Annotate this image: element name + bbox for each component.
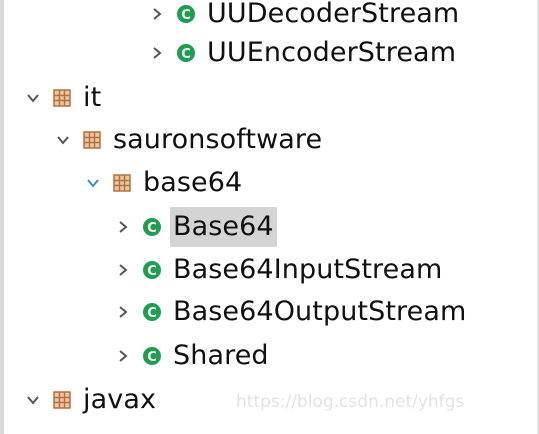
tree-node-uuencoderstream[interactable]: C UUEncoderStream (148, 33, 459, 73)
tree-node-label: Base64InputStream (173, 254, 443, 285)
tree-node-uudecoderstream[interactable]: C UUDecoderStream (148, 0, 462, 34)
tree-node-it[interactable]: it (24, 78, 104, 118)
class-icon: C (176, 4, 196, 24)
chevron-right-icon[interactable] (114, 347, 132, 365)
chevron-down-icon[interactable] (24, 391, 42, 409)
chevron-down-icon[interactable] (24, 89, 42, 107)
tree-node-base64outputstream[interactable]: C Base64OutputStream (114, 292, 469, 332)
tree-node-base64-class[interactable]: C Base64 (114, 207, 277, 247)
tree-node-sauronsoftware[interactable]: sauronsoftware (54, 120, 325, 160)
class-icon: C (142, 217, 162, 237)
package-icon (82, 130, 102, 150)
panel-left-border (0, 0, 4, 434)
tree-node-label: javax (83, 384, 157, 415)
tree-node-label: Base64 (170, 207, 277, 247)
watermark-text: https://blog.csdn.net/yhfgs (236, 392, 465, 412)
tree-node-label: base64 (143, 167, 243, 198)
tree-node-shared[interactable]: C Shared (114, 336, 272, 376)
tree-node-label: sauronsoftware (113, 124, 323, 155)
chevron-right-icon[interactable] (114, 261, 132, 279)
package-icon (52, 390, 72, 410)
tree-node-label: Shared (173, 340, 269, 371)
svg-text:C: C (181, 47, 191, 62)
chevron-right-icon[interactable] (114, 218, 132, 236)
svg-text:C: C (147, 306, 157, 321)
package-icon (112, 173, 132, 193)
tree-node-label: UUDecoderStream (207, 0, 460, 29)
chevron-down-icon[interactable] (84, 174, 102, 192)
chevron-right-icon[interactable] (148, 44, 166, 62)
package-explorer-tree: C UUDecoderStream C UUEncoderStream it s… (0, 0, 539, 434)
chevron-down-icon[interactable] (54, 131, 72, 149)
chevron-right-icon[interactable] (114, 303, 132, 321)
svg-text:C: C (147, 221, 157, 236)
class-icon: C (176, 43, 196, 63)
svg-text:C: C (181, 8, 191, 23)
class-icon: C (142, 302, 162, 322)
tree-node-base64-package[interactable]: base64 (84, 163, 245, 203)
svg-text:C: C (147, 264, 157, 279)
package-icon (52, 88, 72, 108)
tree-node-base64inputstream[interactable]: C Base64InputStream (114, 250, 445, 290)
tree-node-javax[interactable]: javax (24, 380, 159, 420)
tree-node-label: it (83, 82, 102, 113)
chevron-right-icon[interactable] (148, 5, 166, 23)
class-icon: C (142, 260, 162, 280)
class-icon: C (142, 346, 162, 366)
tree-node-label: Base64OutputStream (173, 296, 467, 327)
tree-node-label: UUEncoderStream (207, 37, 457, 68)
svg-text:C: C (147, 350, 157, 365)
